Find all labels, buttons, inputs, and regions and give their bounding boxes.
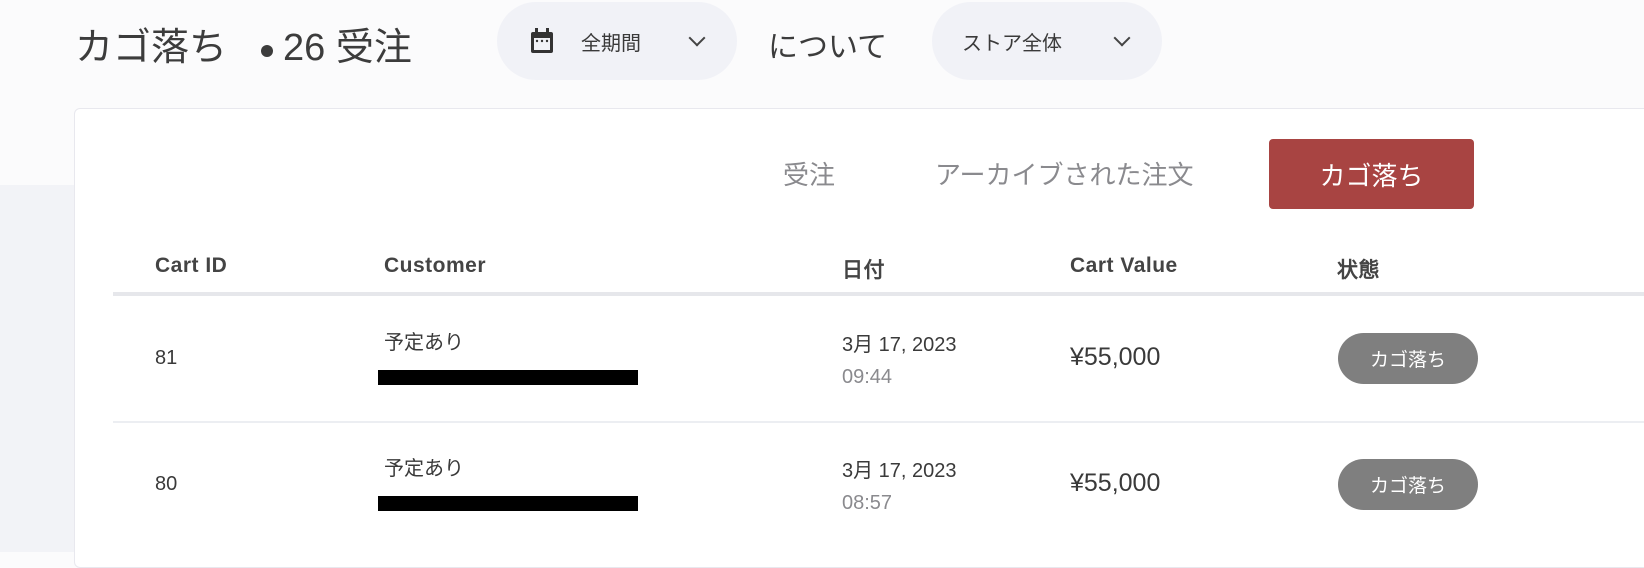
order-count: 26 受注 — [283, 27, 412, 69]
cart-value: ¥55,000 — [1070, 343, 1161, 371]
column-cart-value[interactable]: Cart Value — [1070, 254, 1178, 278]
row-divider — [113, 421, 1644, 423]
about-label: について — [768, 31, 888, 64]
status-badge: カゴ落ち — [1338, 333, 1478, 384]
header-divider — [113, 292, 1644, 296]
tab-archived[interactable]: アーカイブされた注文 — [935, 155, 1193, 192]
cart-id: 81 — [155, 347, 178, 369]
calendar-icon — [531, 28, 553, 53]
column-date[interactable]: 日付 — [842, 254, 885, 284]
cart-value: ¥55,000 — [1070, 469, 1161, 497]
order-time: 08:57 — [842, 492, 893, 514]
tab-abandoned[interactable]: カゴ落ち — [1269, 139, 1474, 209]
status-badge: カゴ落ち — [1338, 459, 1478, 510]
sidebar-background — [0, 185, 80, 552]
scope-dropdown[interactable]: ストア全体 — [932, 2, 1162, 80]
order-time: 09:44 — [842, 366, 893, 388]
redacted-email — [378, 370, 638, 385]
order-date: 3月 17, 2023 — [842, 334, 957, 356]
chevron-down-icon — [1113, 29, 1131, 47]
page-title: カゴ落ち 26 受注 — [75, 16, 412, 71]
cart-id: 80 — [155, 473, 178, 495]
tab-orders[interactable]: 受注 — [783, 155, 835, 192]
page-title-text: カゴ落ち — [75, 27, 228, 69]
column-cart-id[interactable]: Cart ID — [155, 254, 227, 278]
redacted-email — [378, 496, 638, 511]
scope-label: ストア全体 — [962, 32, 1062, 55]
customer-name: 予定あり — [384, 332, 464, 354]
column-status[interactable]: 状態 — [1337, 254, 1380, 284]
column-customer[interactable]: Customer — [384, 254, 486, 278]
order-date: 3月 17, 2023 — [842, 460, 957, 482]
chevron-down-icon — [688, 29, 706, 47]
customer-name: 予定あり — [384, 458, 464, 480]
separator-dot — [261, 44, 274, 57]
period-dropdown[interactable]: 全期間 — [497, 2, 737, 80]
period-label: 全期間 — [581, 32, 641, 55]
